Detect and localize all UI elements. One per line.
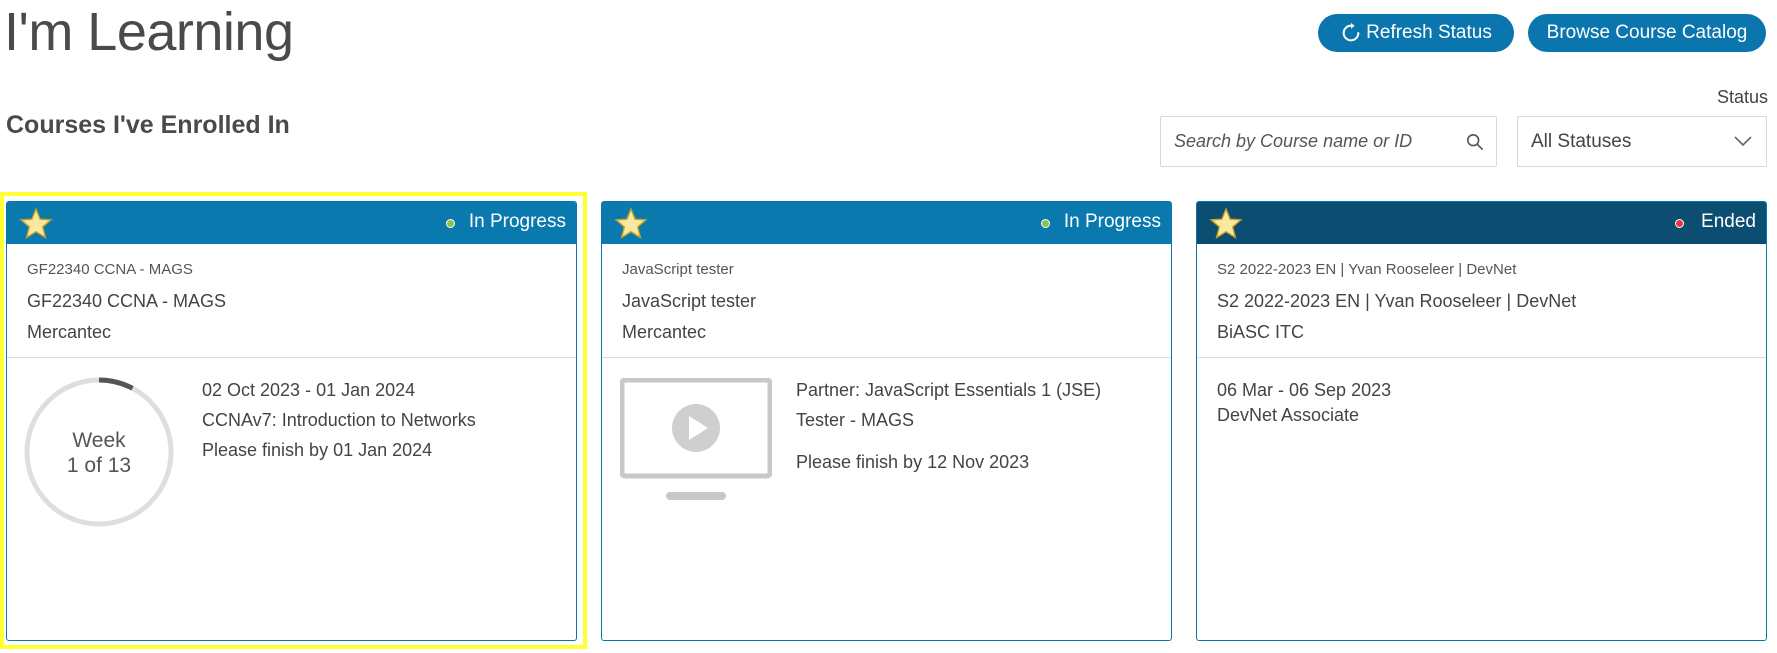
- status-dot: [1041, 219, 1050, 228]
- course-card-header: Ended: [1197, 202, 1766, 244]
- course-card[interactable]: In Progress GF22340 CCNA - MAGS GF22340 …: [6, 201, 577, 641]
- section-title: Courses I've Enrolled In: [6, 111, 290, 139]
- search-icon[interactable]: [1466, 133, 1484, 151]
- course-title: DevNet Associate: [1217, 405, 1360, 425]
- course-id: JavaScript tester: [622, 261, 734, 278]
- search-box: [1160, 116, 1497, 167]
- status-badge: In Progress: [468, 211, 566, 232]
- refresh-status-label: Refresh Status: [1366, 22, 1492, 43]
- course-dates: 06 Mar - 06 Sep 2023: [1217, 380, 1392, 400]
- status-filter-label: Status: [1717, 87, 1769, 107]
- course-id: GF22340 CCNA - MAGS: [27, 261, 193, 278]
- status-filter-select[interactable]: All Statuses: [1517, 116, 1767, 167]
- refresh-icon: [1342, 22, 1360, 42]
- page-title: I'm Learning: [4, 2, 294, 62]
- status-badge: In Progress: [1063, 211, 1161, 232]
- course-org: Mercantec: [622, 322, 707, 342]
- status-filter-value: All Statuses: [1531, 130, 1632, 152]
- course-org: Mercantec: [27, 322, 112, 342]
- star-icon[interactable]: [1209, 207, 1243, 241]
- course-org: BiASC ITC: [1217, 322, 1305, 342]
- tester-text: Tester - MAGS: [796, 410, 915, 430]
- progress-text: Week 1 of 13: [23, 428, 175, 478]
- course-card-header: In Progress: [602, 202, 1171, 244]
- partner-text: Partner: JavaScript Essentials 1 (JSE): [796, 380, 1102, 400]
- course-name[interactable]: JavaScript tester: [622, 291, 1151, 311]
- status-dot: [446, 219, 455, 228]
- status-dot: [1675, 219, 1684, 228]
- browse-course-catalog-label: Browse Course Catalog: [1546, 22, 1748, 43]
- search-input[interactable]: [1161, 131, 1451, 152]
- browse-course-catalog-button[interactable]: Browse Course Catalog: [1528, 14, 1766, 52]
- course-card[interactable]: In Progress JavaScript tester JavaScript…: [601, 201, 1172, 641]
- finish-by-text: Please finish by 12 Nov 2023: [796, 452, 1030, 472]
- chevron-down-icon: [1734, 136, 1752, 147]
- video-placeholder-icon: [620, 378, 772, 500]
- course-id: S2 2022-2023 EN | Yvan Rooseleer | DevNe…: [1217, 261, 1517, 278]
- course-card[interactable]: Ended S2 2022-2023 EN | Yvan Rooseleer |…: [1196, 201, 1767, 641]
- status-badge: Ended: [1701, 211, 1756, 232]
- refresh-status-button[interactable]: Refresh Status: [1318, 14, 1514, 52]
- course-title: CCNAv7: Introduction to Networks: [202, 410, 476, 430]
- star-icon[interactable]: [19, 207, 53, 241]
- course-name[interactable]: S2 2022-2023 EN | Yvan Rooseleer | DevNe…: [1217, 291, 1746, 311]
- course-dates: 02 Oct 2023 - 01 Jan 2024: [202, 380, 416, 400]
- star-icon[interactable]: [614, 207, 648, 241]
- progress-label: Week: [72, 429, 126, 452]
- course-card-header: In Progress: [7, 202, 576, 244]
- course-name[interactable]: GF22340 CCNA - MAGS: [27, 291, 556, 311]
- finish-by-text: Please finish by 01 Jan 2024: [202, 440, 433, 460]
- progress-value: 1 of 13: [66, 454, 132, 477]
